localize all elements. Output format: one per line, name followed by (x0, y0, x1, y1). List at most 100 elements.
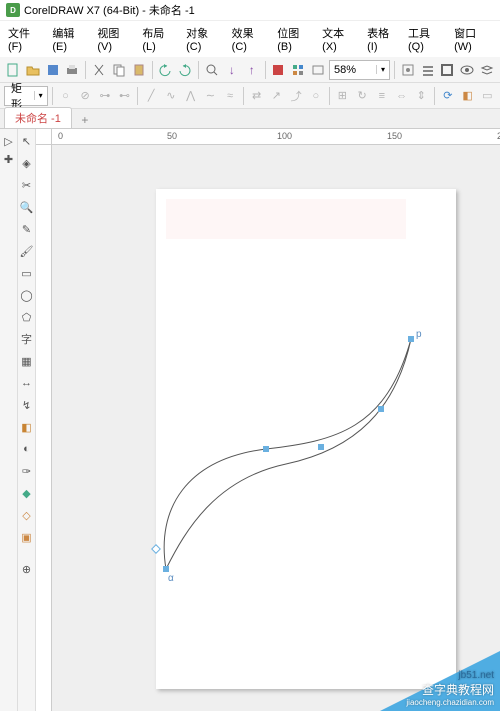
menu-bar: 文件(F) 编辑(E) 视图(V) 布局(L) 对象(C) 效果(C) 位图(B… (0, 21, 500, 57)
align-icon: ≡ (373, 86, 391, 106)
print-icon[interactable] (63, 60, 81, 80)
separator (85, 61, 86, 79)
separator (329, 87, 330, 105)
shape-tool-icon[interactable]: ✚ (1, 151, 17, 167)
paste-icon[interactable] (130, 60, 148, 80)
node-icon[interactable] (152, 545, 160, 553)
property-bar: 矩形 ▾ ○ ⊘ ⊶ ⊷ ╱ ∿ ⋀ ∼ ≈ ⇄ ↗ ⤴ ○ ⊞ ↻ ≡ ⇔ ⇕… (0, 83, 500, 109)
separator (434, 87, 435, 105)
welcome-icon[interactable] (309, 60, 327, 80)
import-icon[interactable]: ↓ (223, 60, 241, 80)
node-icon[interactable] (163, 566, 169, 572)
text-tool-icon[interactable]: 字 (19, 331, 35, 347)
zoom-level[interactable]: ▾ (329, 60, 390, 80)
delete-node-icon: ⊘ (76, 86, 94, 106)
export-icon[interactable]: ↑ (243, 60, 261, 80)
eyedropper-icon[interactable]: ✑ (19, 463, 35, 479)
select-all-icon[interactable]: ◧ (459, 86, 477, 106)
tab-doc1[interactable]: 未命名 -1 (4, 107, 72, 128)
node-icon[interactable] (318, 444, 324, 450)
reflect-h-icon: ⇔ (393, 86, 411, 106)
fill-icon[interactable]: ◆ (19, 485, 35, 501)
pick-tool-icon[interactable]: ▷ (1, 133, 17, 149)
ellipse-icon[interactable]: ◯ (19, 287, 35, 303)
table-tool-icon[interactable]: ▦ (19, 353, 35, 369)
preview-icon[interactable] (458, 60, 476, 80)
menu-tools[interactable]: 工具(Q) (404, 23, 448, 55)
elastic-icon[interactable]: ⟳ (439, 86, 457, 106)
extend-icon: ↗ (268, 86, 286, 106)
interactive-fill-icon[interactable]: ▣ (19, 529, 35, 545)
curve-object[interactable]: p α (36, 129, 500, 711)
document-tabs: 未命名 -1 + (0, 109, 500, 129)
node-icon[interactable] (408, 336, 414, 342)
chevron-down-icon[interactable]: ▾ (34, 91, 47, 100)
quick-customize-icon[interactable]: ⊕ (19, 561, 35, 577)
menu-file[interactable]: 文件(F) (4, 23, 46, 55)
menu-layout[interactable]: 布局(L) (138, 23, 180, 55)
reduce-icon: ▭ (478, 86, 496, 106)
crop-icon[interactable]: ✂ (19, 177, 35, 193)
connector-icon[interactable]: ↯ (19, 397, 35, 413)
dimension-icon[interactable]: ↔ (19, 375, 35, 391)
shape-edit-icon[interactable]: ◈ (19, 155, 35, 171)
open-icon[interactable] (24, 60, 42, 80)
options-icon[interactable] (419, 60, 437, 80)
save-icon[interactable] (44, 60, 62, 80)
transparency-icon[interactable]: ◐ (19, 441, 35, 457)
new-icon[interactable] (4, 60, 22, 80)
separator (243, 87, 244, 105)
menu-view[interactable]: 视图(V) (93, 23, 136, 55)
copy-icon[interactable] (110, 60, 128, 80)
menu-edit[interactable]: 编辑(E) (48, 23, 91, 55)
outline-icon[interactable]: ◇ (19, 507, 35, 523)
canvas[interactable]: 0 50 100 150 200 p α jb5 (36, 129, 500, 711)
cusp-icon: ⋀ (182, 86, 200, 106)
work-area: ▷ ✚ ↖ ◈ ✂ 🔍 ✎ 🖌 ▭ ◯ ⬠ 字 ▦ ↔ ↯ ◧ ◐ ✑ ◆ ◇ … (0, 129, 500, 711)
chevron-down-icon[interactable]: ▾ (376, 65, 389, 74)
node-icon[interactable] (378, 406, 384, 412)
zoom-input[interactable] (330, 64, 376, 76)
snap-icon[interactable] (399, 60, 417, 80)
close-curve-icon: ○ (307, 86, 325, 106)
standard-toolbar: ↓ ↑ ▾ (0, 57, 500, 83)
pick-icon[interactable]: ↖ (19, 133, 35, 149)
search-icon[interactable] (203, 60, 221, 80)
app-icon: D (6, 3, 20, 17)
menu-object[interactable]: 对象(C) (182, 23, 226, 55)
shape-preset[interactable]: 矩形 ▾ (4, 86, 48, 106)
menu-table[interactable]: 表格(I) (363, 23, 402, 55)
menu-bitmap[interactable]: 位图(B) (273, 23, 316, 55)
redo-icon[interactable] (176, 60, 194, 80)
cut-icon[interactable] (90, 60, 108, 80)
smooth-icon: ∼ (201, 86, 219, 106)
layers-icon[interactable] (478, 60, 496, 80)
break-node-icon: ⊷ (116, 86, 134, 106)
node-icon[interactable] (263, 446, 269, 452)
freehand-icon[interactable]: ✎ (19, 221, 35, 237)
title-bar: D CorelDRAW X7 (64-Bit) - 未命名 -1 (0, 0, 500, 21)
artistic-media-icon[interactable]: 🖌 (19, 243, 35, 259)
node-label: α (168, 573, 174, 584)
publish-pdf-icon[interactable] (270, 60, 288, 80)
effects-icon[interactable]: ◧ (19, 419, 35, 435)
add-tab-button[interactable]: + (76, 112, 94, 128)
rectangle-icon[interactable]: ▭ (19, 265, 35, 281)
join-nodes-icon: ⊶ (96, 86, 114, 106)
reflect-v-icon: ⇕ (412, 86, 430, 106)
app-launcher-icon[interactable] (289, 60, 307, 80)
add-node-icon: ○ (57, 86, 75, 106)
toolbox-flyout: ▷ ✚ (0, 129, 18, 711)
undo-icon[interactable] (157, 60, 175, 80)
menu-window[interactable]: 窗口(W) (450, 23, 496, 55)
fullscreen-icon[interactable] (439, 60, 457, 80)
watermark-text: jb51.net 查字典教程网 jiaocheng.chazidian.com (406, 670, 494, 707)
toolbox: ↖ ◈ ✂ 🔍 ✎ 🖌 ▭ ◯ ⬠ 字 ▦ ↔ ↯ ◧ ◐ ✑ ◆ ◇ ▣ ⊕ (18, 129, 36, 711)
polygon-icon[interactable]: ⬠ (19, 309, 35, 325)
menu-text[interactable]: 文本(X) (318, 23, 361, 55)
separator (265, 61, 266, 79)
separator (152, 61, 153, 79)
separator (198, 61, 199, 79)
menu-effects[interactable]: 效果(C) (228, 23, 272, 55)
zoom-tool-icon[interactable]: 🔍 (19, 199, 35, 215)
